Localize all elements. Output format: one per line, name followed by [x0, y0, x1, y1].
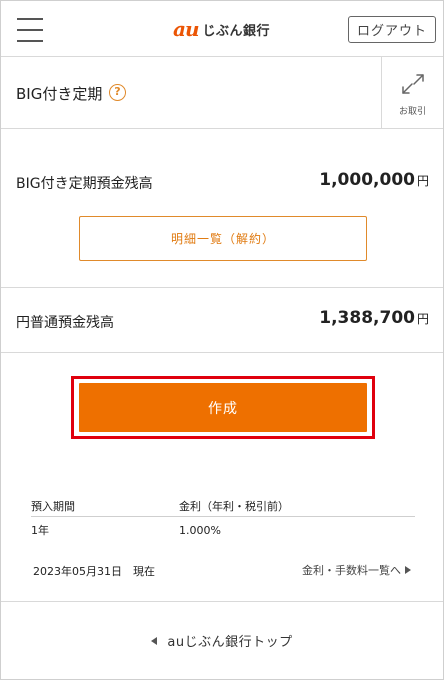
- yen-balance-amount: 1,388,700: [319, 308, 415, 328]
- header-rate: 金利（年利・税引前）: [179, 499, 289, 513]
- bank-top-link-label: auじぶん銀行トップ: [167, 635, 293, 650]
- logo-text: じぶん銀行: [202, 23, 271, 39]
- detail-list-button[interactable]: 明細一覧（解約）: [79, 216, 367, 261]
- rate-table-header: 預入期間 金利（年利・税引前）: [31, 495, 415, 517]
- rate-table: 預入期間 金利（年利・税引前） 1年 1.000%: [31, 495, 415, 543]
- menu-icon[interactable]: [17, 18, 43, 42]
- transfer-arrows-icon: [401, 74, 424, 94]
- as-of-date: 2023年05月31日 現在: [33, 565, 155, 578]
- bank-logo[interactable]: au じぶん銀行: [173, 17, 271, 41]
- yen-balance-section: 円普通預金残高 1,388,700 円: [1, 288, 443, 353]
- chevron-right-icon: [405, 566, 411, 574]
- help-icon[interactable]: ?: [109, 84, 126, 101]
- yen-balance-label: 円普通預金残高: [16, 315, 114, 331]
- header: au じぶん銀行 ログアウト: [1, 1, 443, 57]
- rate-list-link[interactable]: 金利・手数料一覧へ: [302, 562, 411, 578]
- page-title: BIG付き定期: [16, 85, 103, 103]
- create-button[interactable]: 作成: [79, 383, 367, 432]
- app-frame: au じぶん銀行 ログアウト BIG付き定期 ? お取引 BIG付き定期預金残高…: [0, 0, 444, 680]
- big-balance-label: BIG付き定期預金残高: [16, 176, 153, 192]
- cell-rate: 1.000%: [179, 523, 221, 537]
- transaction-button[interactable]: お取引: [381, 57, 443, 128]
- header-term: 預入期間: [31, 499, 75, 513]
- table-row: 1年 1.000%: [31, 517, 415, 543]
- chevron-left-icon: [151, 636, 158, 645]
- logo-mark: au: [173, 17, 199, 41]
- yen-unit: 円: [416, 312, 429, 326]
- big-balance-section: BIG付き定期預金残高 1,000,000 円 明細一覧（解約）: [1, 129, 443, 288]
- big-balance-amount: 1,000,000: [319, 170, 415, 190]
- rate-list-link-label: 金利・手数料一覧へ: [302, 564, 401, 577]
- bank-top-link[interactable]: auじぶん銀行トップ: [151, 631, 292, 650]
- transaction-label: お取引: [398, 107, 426, 117]
- title-row: BIG付き定期 ? お取引: [1, 57, 443, 129]
- cell-term: 1年: [31, 524, 49, 537]
- yen-unit: 円: [416, 174, 429, 188]
- big-balance-value: 1,000,000 円: [319, 170, 429, 190]
- footer: auじぶん銀行トップ: [1, 601, 443, 679]
- yen-balance-value: 1,388,700 円: [319, 308, 429, 328]
- logout-button[interactable]: ログアウト: [348, 16, 436, 43]
